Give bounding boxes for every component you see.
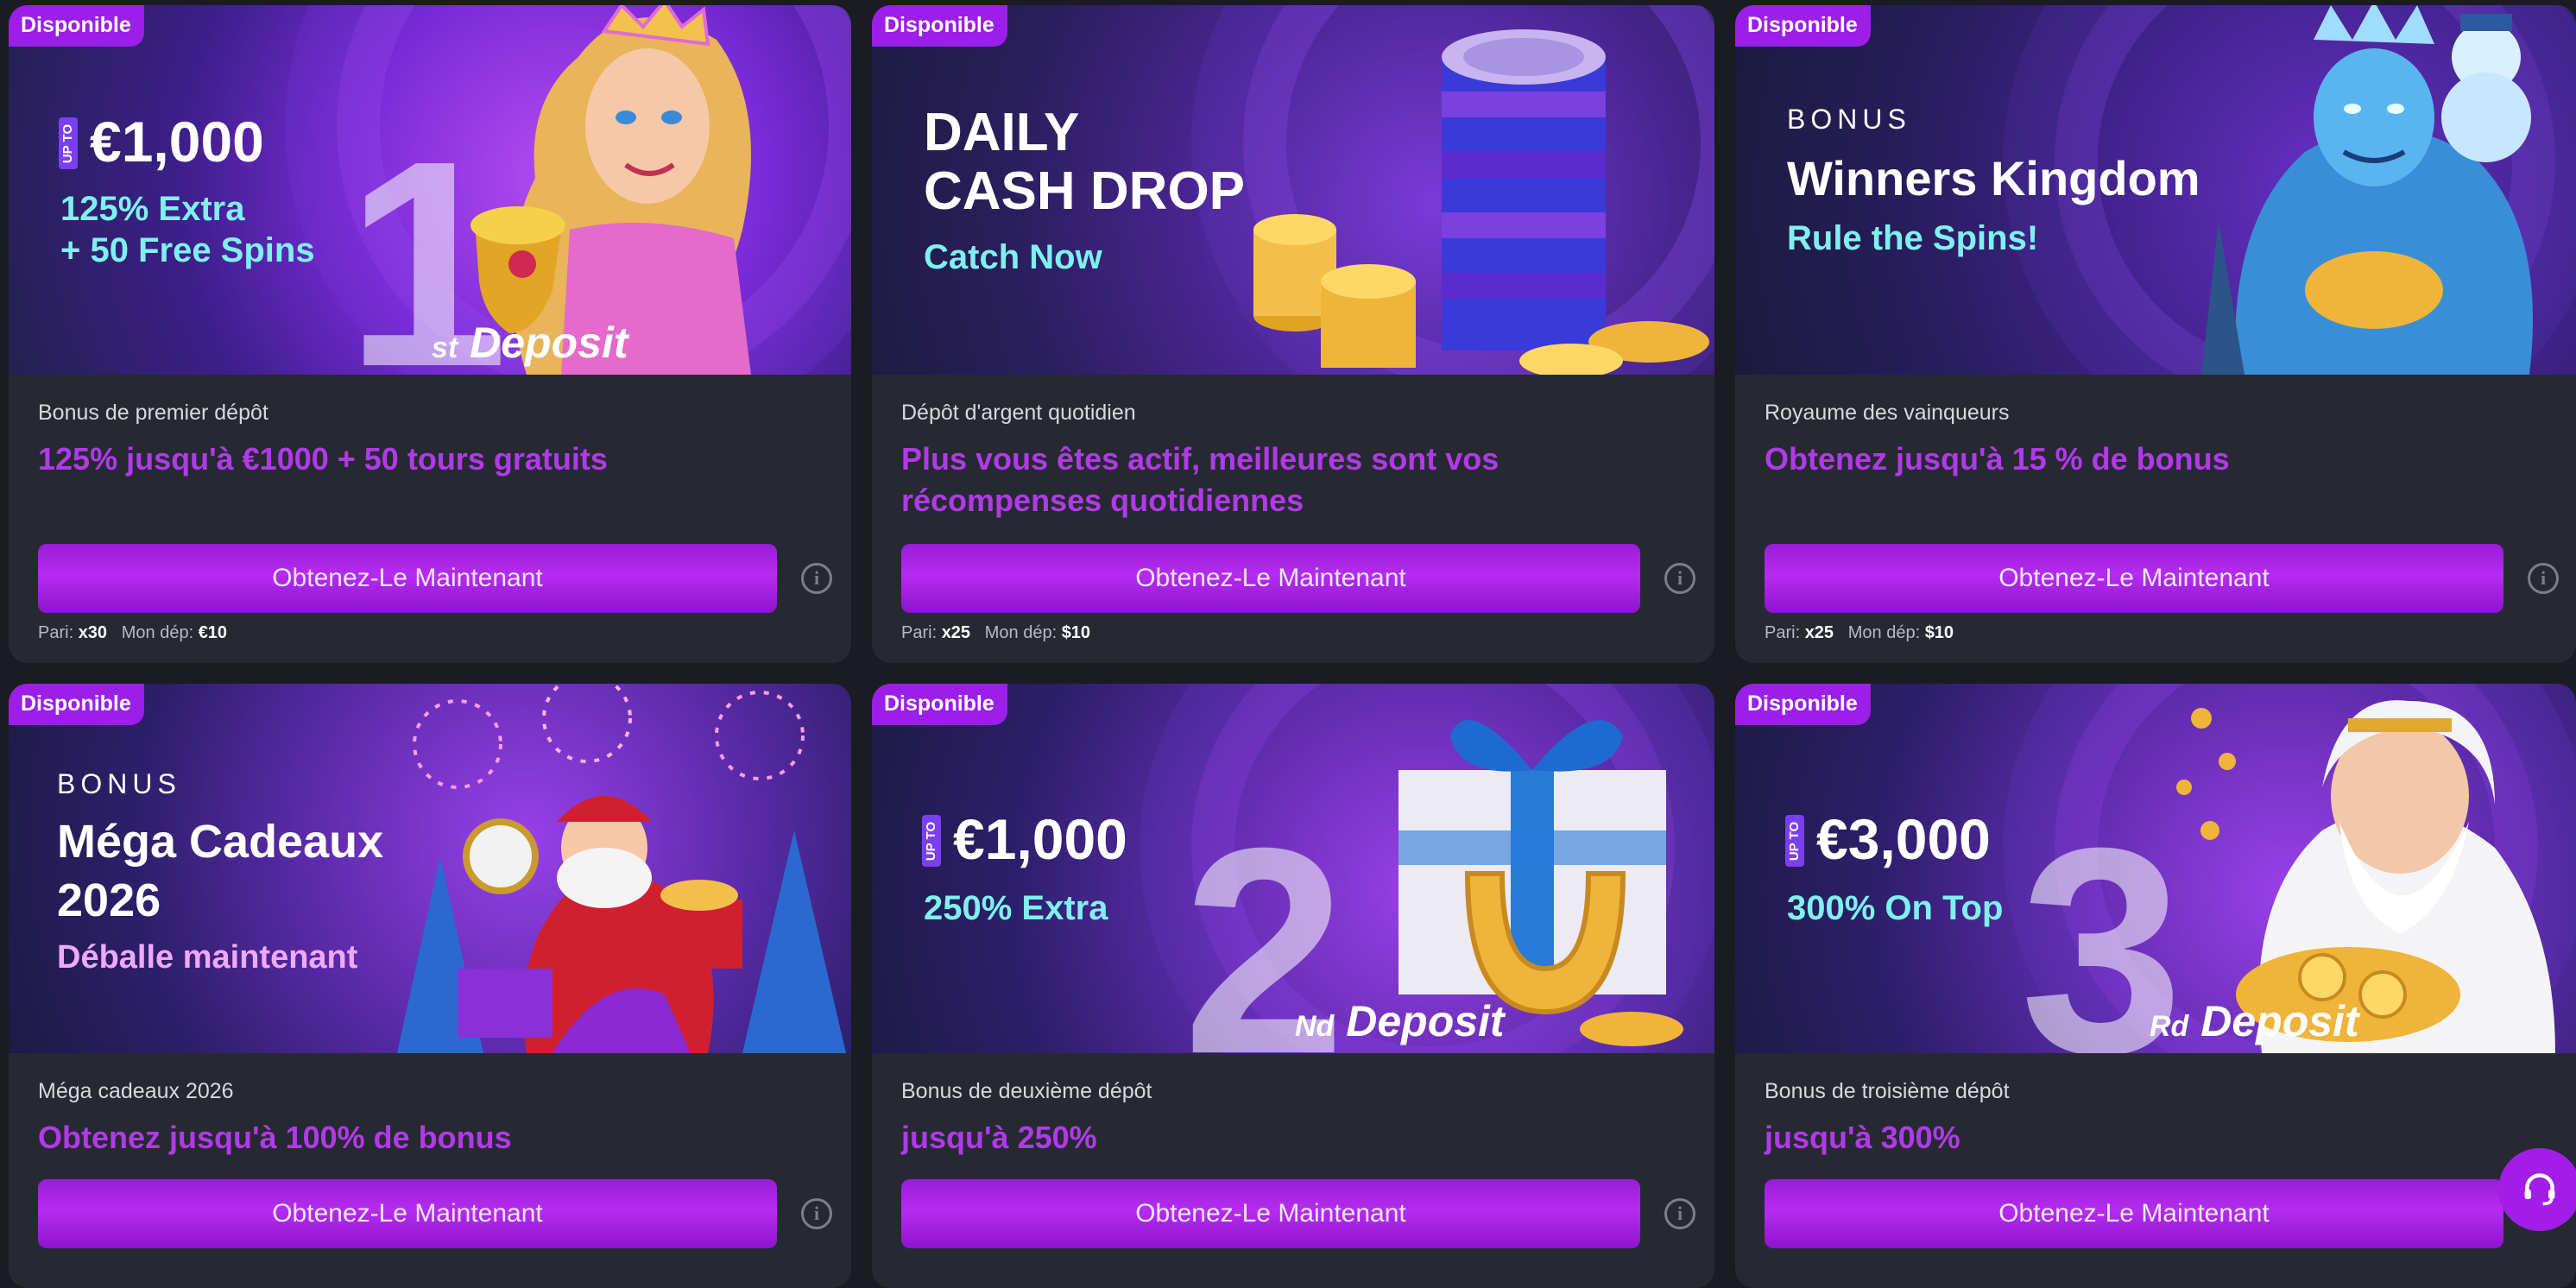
info-icon[interactable]: i bbox=[801, 1198, 832, 1229]
claim-button[interactable]: Obtenez-Le Maintenant bbox=[1765, 544, 2503, 613]
status-badge: Disponible bbox=[9, 5, 144, 47]
promo-banner[interactable]: BONUS Méga Cadeaux 2026 Déballe maintena… bbox=[9, 684, 851, 1053]
promo-title: Bonus de deuxième dépôt bbox=[901, 1079, 1152, 1103]
promo-terms: Pari: x30 Mon dép: €10 bbox=[38, 623, 228, 642]
support-chat-button[interactable] bbox=[2498, 1148, 2576, 1231]
promo-card-second-deposit: 2 UP TO €1,000 250% Extra Nd Deposit Dis… bbox=[872, 684, 1714, 1288]
promo-title: Dépôt d'argent quotidien bbox=[901, 401, 1136, 425]
status-badge: Disponible bbox=[872, 684, 1007, 725]
claim-button[interactable]: Obtenez-Le Maintenant bbox=[901, 1179, 1640, 1248]
banner-amount: €1,000 bbox=[953, 807, 1127, 871]
banner-line3: Déballe maintenant bbox=[57, 939, 358, 975]
info-icon[interactable]: i bbox=[1664, 1198, 1695, 1229]
banner-kicker: BONUS bbox=[57, 768, 181, 799]
promo-terms: Pari: x25 Mon dép: $10 bbox=[901, 623, 1091, 642]
promo-title: Méga cadeaux 2026 bbox=[38, 1079, 234, 1103]
promo-banner[interactable]: DAILY CASH DROP Catch Now bbox=[872, 5, 1714, 375]
claim-button[interactable]: Obtenez-Le Maintenant bbox=[1765, 1179, 2503, 1248]
banner-line1: DAILY bbox=[924, 103, 1080, 162]
upto-tag: UP TO bbox=[922, 815, 941, 867]
banner-line1: 250% Extra bbox=[924, 889, 1108, 927]
promo-title: Bonus de troisième dépôt bbox=[1765, 1079, 2010, 1103]
promo-description: Plus vous êtes actif, meilleures sont vo… bbox=[901, 441, 1500, 518]
promo-description: 125% jusqu'à €1000 + 50 tours gratuits bbox=[38, 441, 608, 477]
headset-icon bbox=[2524, 1173, 2555, 1206]
banner-amount: €3,000 bbox=[1816, 807, 1991, 871]
banner-line1: 300% On Top bbox=[1787, 889, 2004, 927]
promo-banner[interactable]: 1 UP TO €1,000 125% Extra + 50 Free Spin… bbox=[9, 5, 851, 375]
info-icon[interactable]: i bbox=[1664, 563, 1695, 594]
banner-line1: 125% Extra bbox=[60, 190, 245, 228]
promo-banner[interactable]: BONUS Winners Kingdom Rule the Spins! bbox=[1735, 5, 2576, 375]
info-icon[interactable]: i bbox=[2528, 563, 2559, 594]
claim-button[interactable]: Obtenez-Le Maintenant bbox=[38, 1179, 777, 1248]
info-icon[interactable]: i bbox=[801, 563, 832, 594]
promo-description: jusqu'à 300% bbox=[1765, 1120, 1960, 1155]
status-badge: Disponible bbox=[9, 684, 144, 725]
banner-deposit-text: Rd Deposit bbox=[2150, 997, 2359, 1045]
banner-deposit-text: Nd Deposit bbox=[1295, 997, 1505, 1045]
claim-button[interactable]: Obtenez-Le Maintenant bbox=[901, 544, 1640, 613]
promo-description: Obtenez jusqu'à 100% de bonus bbox=[38, 1120, 512, 1155]
banner-line2: + 50 Free Spins bbox=[60, 231, 315, 269]
banner-line2: CASH DROP bbox=[924, 161, 1246, 221]
banner-line1: Winners Kingdom bbox=[1787, 151, 2200, 205]
banner-deposit-text: st Deposit bbox=[432, 319, 628, 367]
christmas-santa-illustration bbox=[397, 684, 846, 1053]
banner-line1: Méga Cadeaux bbox=[57, 816, 384, 868]
promo-card-third-deposit: 3 UP TO €3,000 300% On Top Rd Deposit Di… bbox=[1735, 684, 2576, 1288]
promo-description: jusqu'à 250% bbox=[901, 1120, 1097, 1155]
upto-tag: UP TO bbox=[59, 117, 78, 169]
promo-terms: Pari: x25 Mon dép: $10 bbox=[1765, 623, 1954, 642]
promo-card-mega-gifts: BONUS Méga Cadeaux 2026 Déballe maintena… bbox=[9, 684, 851, 1288]
promo-card-first-deposit: 1 UP TO €1,000 125% Extra + 50 Free Spin… bbox=[9, 5, 851, 663]
promo-title: Bonus de premier dépôt bbox=[38, 401, 268, 425]
promo-banner[interactable]: 2 UP TO €1,000 250% Extra Nd Deposit bbox=[872, 684, 1714, 1053]
ice-king-illustration bbox=[2201, 5, 2533, 375]
promo-card-daily-cash-drop: DAILY CASH DROP Catch Now Disponible Dép… bbox=[872, 5, 1714, 663]
banner-line2: 2026 bbox=[57, 874, 161, 926]
banner-amount: €1,000 bbox=[90, 110, 264, 174]
status-badge: Disponible bbox=[1735, 684, 1871, 725]
claim-button[interactable]: Obtenez-Le Maintenant bbox=[38, 544, 777, 613]
status-badge: Disponible bbox=[872, 5, 1007, 47]
banner-line3: Catch Now bbox=[924, 238, 1102, 276]
promo-card-winners-kingdom: BONUS Winners Kingdom Rule the Spins! Di… bbox=[1735, 5, 2576, 663]
banner-line2: Rule the Spins! bbox=[1787, 219, 2039, 257]
promo-title: Royaume des vainqueurs bbox=[1765, 401, 2010, 425]
promo-description: Obtenez jusqu'à 15 % de bonus bbox=[1765, 441, 2230, 477]
status-badge: Disponible bbox=[1735, 5, 1871, 47]
promo-banner[interactable]: 3 UP TO €3,000 300% On Top Rd Deposit bbox=[1735, 684, 2576, 1053]
upto-tag: UP TO bbox=[1785, 815, 1804, 867]
banner-kicker: BONUS bbox=[1787, 104, 1911, 135]
casino-chips-coins-illustration bbox=[1253, 29, 1709, 375]
